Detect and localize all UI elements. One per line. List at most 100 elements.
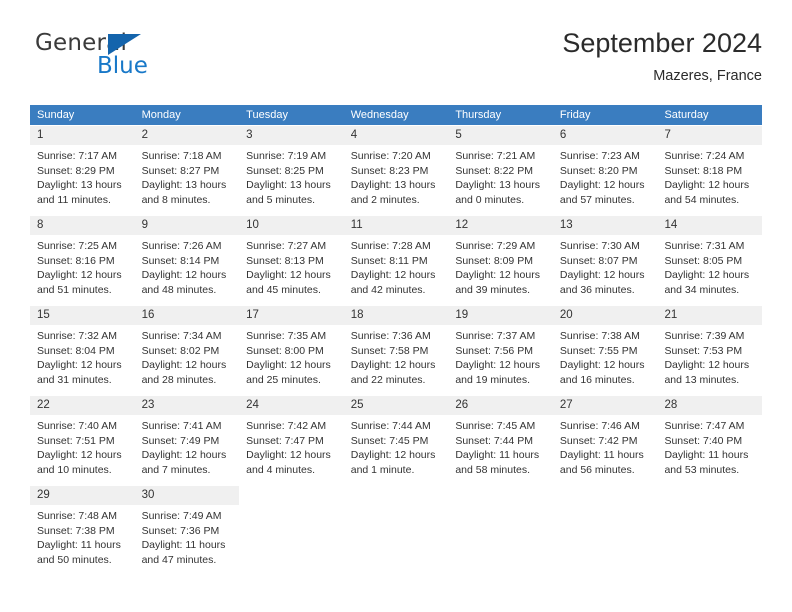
daylight-text-line1: Daylight: 13 hours	[37, 179, 122, 192]
sunset-text: Sunset: 8:09 PM	[455, 254, 533, 267]
daylight-text-line1: Daylight: 13 hours	[350, 179, 436, 192]
calendar-day-cell[interactable]: 22 Sunrise: 7:40 AM Sunset: 7:51 PM Dayligh…	[30, 396, 135, 482]
day-number: 5	[448, 126, 553, 145]
calendar-day-cell[interactable]: 26 Sunrise: 7:45 AM Sunset: 7:44 PM Dayligh…	[448, 396, 553, 482]
calendar-day-cell[interactable]: 10 Sunrise: 7:27 AM Sunset: 8:13 PM Dayligh…	[239, 216, 344, 302]
calendar-day-cell[interactable]: 14 Sunrise: 7:31 AM Sunset: 8:05 PM Dayligh…	[657, 216, 763, 302]
daylight-text-line1: Daylight: 13 hours	[141, 179, 227, 192]
sunrise-text: Sunrise: 7:35 AM	[246, 330, 327, 342]
calendar-day-cell[interactable]: 21 Sunrise: 7:39 AM Sunset: 7:53 PM Dayligh…	[657, 306, 763, 392]
calendar-day-cell[interactable]: 4 Sunrise: 7:20 AM Sunset: 8:23 PM Daylight…	[343, 126, 449, 212]
sunset-text: Sunset: 7:40 PM	[664, 434, 743, 447]
day-number	[239, 486, 344, 505]
day-details: Sunrise: 7:41 AM Sunset: 7:49 PM Daylight:…	[135, 415, 240, 477]
calendar-day-cell[interactable]: 8 Sunrise: 7:25 AM Sunset: 8:16 PM Daylight…	[30, 216, 135, 302]
calendar-day-cell[interactable]: 16 Sunrise: 7:34 AM Sunset: 8:02 PM Dayligh…	[134, 306, 240, 392]
calendar-day-cell[interactable]: 3 Sunrise: 7:19 AM Sunset: 8:25 PM Daylight…	[239, 126, 344, 212]
daylight-text-line2: and 42 minutes.	[350, 283, 426, 296]
calendar-day-cell[interactable]: 13 Sunrise: 7:30 AM Sunset: 8:07 PM Dayligh…	[552, 216, 658, 302]
calendar-empty-cell	[239, 486, 344, 572]
calendar-day-cell[interactable]: 23 Sunrise: 7:41 AM Sunset: 7:49 PM Dayligh…	[134, 396, 240, 482]
day-number	[553, 486, 658, 505]
sunset-text: Sunset: 7:44 PM	[455, 434, 533, 447]
calendar-day-cell[interactable]: 7 Sunrise: 7:24 AM Sunset: 8:18 PM Daylight…	[657, 126, 763, 212]
daylight-text-line2: and 19 minutes.	[455, 373, 531, 386]
sunset-text: Sunset: 8:27 PM	[141, 164, 220, 177]
day-details: Sunrise: 7:46 AM Sunset: 7:42 PM Daylight:…	[553, 415, 658, 477]
weekday-header-tuesday: Tuesday	[246, 109, 288, 121]
day-details: Sunrise: 7:17 AM Sunset: 8:29 PM Daylight:…	[30, 145, 135, 207]
calendar-empty-cell	[448, 486, 553, 572]
calendar-day-cell[interactable]: 27 Sunrise: 7:46 AM Sunset: 7:42 PM Dayligh…	[552, 396, 658, 482]
calendar-day-cell[interactable]: 18 Sunrise: 7:36 AM Sunset: 7:58 PM Dayligh…	[343, 306, 449, 392]
title-block: September 2024 Mazeres, France	[562, 26, 762, 86]
daylight-text-line1: Daylight: 12 hours	[37, 269, 122, 282]
calendar-day-cell[interactable]: 29 Sunrise: 7:48 AM Sunset: 7:38 PM Dayligh…	[30, 486, 135, 572]
day-details: Sunrise: 7:47 AM Sunset: 7:40 PM Daylight:…	[657, 415, 762, 477]
calendar-day-cell[interactable]: 30 Sunrise: 7:49 AM Sunset: 7:36 PM Dayligh…	[134, 486, 240, 572]
daylight-text-line2: and 34 minutes.	[664, 283, 740, 296]
brand-logo[interactable]: General Blue	[35, 30, 255, 90]
sunrise-text: Sunrise: 7:17 AM	[37, 150, 117, 162]
day-details: Sunrise: 7:23 AM Sunset: 8:20 PM Daylight:…	[553, 145, 658, 207]
daylight-text-line1: Daylight: 12 hours	[141, 449, 227, 462]
calendar-day-cell[interactable]: 12 Sunrise: 7:29 AM Sunset: 8:09 PM Dayligh…	[448, 216, 553, 302]
daylight-text-line2: and 31 minutes.	[37, 373, 112, 386]
sunset-text: Sunset: 8:29 PM	[37, 164, 115, 177]
sunset-text: Sunset: 8:05 PM	[664, 254, 743, 267]
calendar-day-cell[interactable]: 17 Sunrise: 7:35 AM Sunset: 8:00 PM Dayligh…	[239, 306, 344, 392]
daylight-text-line1: Daylight: 11 hours	[141, 539, 226, 552]
sunset-text: Sunset: 8:11 PM	[350, 254, 428, 267]
sunset-text: Sunset: 8:00 PM	[246, 344, 324, 357]
sunrise-text: Sunrise: 7:37 AM	[455, 330, 536, 342]
daylight-text-line2: and 2 minutes.	[350, 193, 420, 206]
calendar-day-cell[interactable]: 1 Sunrise: 7:17 AM Sunset: 8:29 PM Daylight…	[30, 126, 135, 212]
sunrise-text: Sunrise: 7:34 AM	[141, 330, 222, 342]
calendar-day-cell[interactable]: 28 Sunrise: 7:47 AM Sunset: 7:40 PM Dayligh…	[657, 396, 763, 482]
day-details: Sunrise: 7:45 AM Sunset: 7:44 PM Daylight:…	[448, 415, 553, 477]
sunrise-text: Sunrise: 7:48 AM	[37, 510, 117, 522]
daylight-text-line1: Daylight: 12 hours	[664, 359, 750, 372]
daylight-text-line1: Daylight: 12 hours	[246, 449, 331, 462]
calendar-week-row: 22 Sunrise: 7:40 AM Sunset: 7:51 PM Dayligh…	[30, 396, 763, 482]
daylight-text-line1: Daylight: 12 hours	[559, 269, 645, 282]
daylight-text-line1: Daylight: 12 hours	[559, 179, 645, 192]
sunset-text: Sunset: 8:18 PM	[664, 164, 743, 177]
day-number: 13	[552, 216, 658, 235]
calendar-day-cell[interactable]: 2 Sunrise: 7:18 AM Sunset: 8:27 PM Daylight…	[134, 126, 240, 212]
day-details: Sunrise: 7:44 AM Sunset: 7:45 PM Daylight:…	[344, 415, 449, 477]
day-number: 9	[134, 216, 240, 235]
weekday-header-saturday: Saturday	[664, 109, 709, 121]
calendar-day-cell[interactable]: 11 Sunrise: 7:28 AM Sunset: 8:11 PM Dayligh…	[343, 216, 449, 302]
daylight-text-line2: and 25 minutes.	[246, 373, 321, 386]
day-details: Sunrise: 7:36 AM Sunset: 7:58 PM Daylight:…	[344, 325, 449, 387]
calendar-day-cell[interactable]: 9 Sunrise: 7:26 AM Sunset: 8:14 PM Daylight…	[134, 216, 240, 302]
daylight-text-line1: Daylight: 12 hours	[246, 359, 331, 372]
calendar-day-cell[interactable]: 24 Sunrise: 7:42 AM Sunset: 7:47 PM Dayligh…	[239, 396, 344, 482]
calendar-day-cell[interactable]: 5 Sunrise: 7:21 AM Sunset: 8:22 PM Daylight…	[448, 126, 553, 212]
day-details: Sunrise: 7:29 AM Sunset: 8:09 PM Daylight:…	[448, 235, 553, 297]
daylight-text-line1: Daylight: 12 hours	[455, 359, 540, 372]
calendar-week-row: 1 Sunrise: 7:17 AM Sunset: 8:29 PM Daylight…	[30, 126, 763, 212]
sunrise-text: Sunrise: 7:47 AM	[664, 420, 745, 432]
calendar-day-cell[interactable]: 20 Sunrise: 7:38 AM Sunset: 7:55 PM Dayligh…	[552, 306, 658, 392]
sunset-text: Sunset: 7:49 PM	[141, 434, 220, 447]
sunrise-text: Sunrise: 7:21 AM	[455, 150, 536, 162]
calendar-empty-cell	[344, 486, 449, 572]
sunrise-text: Sunrise: 7:24 AM	[664, 150, 745, 162]
calendar-day-cell[interactable]: 25 Sunrise: 7:44 AM Sunset: 7:45 PM Dayligh…	[343, 396, 449, 482]
day-number: 30	[134, 486, 240, 505]
daylight-text-line2: and 50 minutes.	[37, 553, 112, 566]
calendar-day-cell[interactable]: 19 Sunrise: 7:37 AM Sunset: 7:56 PM Dayligh…	[448, 306, 553, 392]
page-title: September 2024	[562, 28, 762, 58]
day-number	[344, 486, 449, 505]
daylight-text-line2: and 0 minutes.	[455, 193, 525, 206]
page-header: General Blue September 2024 Mazeres, Fra…	[30, 26, 762, 98]
calendar-day-cell[interactable]: 6 Sunrise: 7:23 AM Sunset: 8:20 PM Daylight…	[552, 126, 658, 212]
daylight-text-line2: and 7 minutes.	[141, 463, 211, 476]
daylight-text-line2: and 57 minutes.	[559, 193, 635, 206]
day-number: 17	[239, 306, 344, 325]
daylight-text-line2: and 54 minutes.	[664, 193, 740, 206]
calendar-day-cell[interactable]: 15 Sunrise: 7:32 AM Sunset: 8:04 PM Dayligh…	[30, 306, 135, 392]
day-details: Sunrise: 7:25 AM Sunset: 8:16 PM Daylight:…	[30, 235, 135, 297]
